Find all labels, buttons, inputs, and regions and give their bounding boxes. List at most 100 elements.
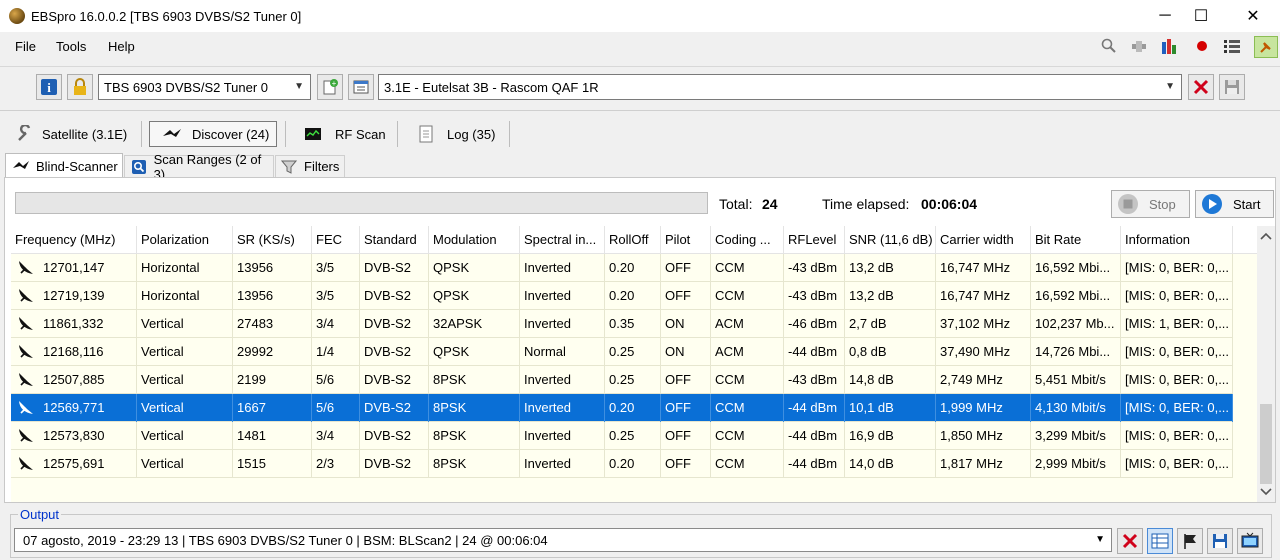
list-icon[interactable] xyxy=(1223,38,1241,54)
cell-coding: CCM xyxy=(711,450,784,478)
table-row[interactable]: 12573,830 Vertical 1481 3/4 DVB-S2 8PSK Invert… xyxy=(11,422,1233,450)
magnifier-icon[interactable] xyxy=(1100,38,1118,54)
column-header-carrier-width[interactable]: Carrier width xyxy=(936,226,1031,254)
cell-frequency: 12168,116 xyxy=(39,338,137,366)
title-bar: EBSpro 16.0.0.2 [TBS 6903 DVBS/S2 Tuner … xyxy=(0,0,1280,32)
cell-snr: 13,2 dB xyxy=(845,282,936,310)
column-header-bit-rate[interactable]: Bit Rate xyxy=(1031,226,1121,254)
clear-output-button[interactable] xyxy=(1117,528,1143,554)
satellite-select[interactable]: 3.1E - Eutelsat 3B - Rascom QAF 1R ▼ xyxy=(378,74,1182,100)
column-header-information[interactable]: Information xyxy=(1121,226,1233,254)
tuner-select[interactable]: TBS 6903 DVBS/S2 Tuner 0 ▼ xyxy=(98,74,311,100)
column-header-fec[interactable]: FEC xyxy=(312,226,360,254)
cell-rolloff: 0.35 xyxy=(605,310,661,338)
menu-file[interactable]: File xyxy=(15,39,36,54)
cell-rolloff: 0.20 xyxy=(605,450,661,478)
list-view-button[interactable] xyxy=(1147,528,1173,554)
subtab-scan-ranges[interactable]: Scan Ranges (2 of 3) xyxy=(124,152,274,182)
cell-polarization: Vertical xyxy=(137,450,233,478)
cell-fec: 5/6 xyxy=(312,366,360,394)
column-header-polarization[interactable]: Polarization xyxy=(137,226,233,254)
column-header-snr[interactable]: SNR (11,6 dB) xyxy=(845,226,936,254)
record-icon[interactable] xyxy=(1193,38,1211,54)
column-header-standard[interactable]: Standard xyxy=(360,226,429,254)
cell-frequency: 12573,830 xyxy=(39,422,137,450)
menu-tools[interactable]: Tools xyxy=(56,39,86,54)
close-button[interactable]: ✕ xyxy=(1230,0,1276,32)
bar-chart-icon[interactable] xyxy=(1161,38,1179,54)
save-button[interactable] xyxy=(1219,74,1245,100)
cell-rolloff: 0.25 xyxy=(605,422,661,450)
table-row[interactable]: 12168,116 Vertical 29992 1/4 DVB-S2 QPSK Norma… xyxy=(11,338,1233,366)
wrench-icon xyxy=(18,125,31,141)
scrollbar-thumb[interactable] xyxy=(1260,404,1272,484)
table-row[interactable]: 12575,691 Vertical 1515 2/3 DVB-S2 8PSK Invert… xyxy=(11,450,1233,478)
cell-sr: 29992 xyxy=(233,338,312,366)
pin-icon[interactable] xyxy=(1254,36,1278,58)
cell-bit-rate: 16,592 Mbi... xyxy=(1031,254,1121,282)
tab-satellite[interactable]: Satellite (3.1E) xyxy=(14,121,132,147)
cell-rolloff: 0.20 xyxy=(605,394,661,422)
start-button[interactable]: Start xyxy=(1195,190,1274,218)
cell-snr: 14,0 dB xyxy=(845,450,936,478)
column-header-sr[interactable]: SR (KS/s) xyxy=(233,226,312,254)
cell-information: [MIS: 0, BER: 0,... xyxy=(1121,254,1233,282)
satellite-list-button[interactable] xyxy=(348,74,374,100)
table-row[interactable]: 12507,885 Vertical 2199 5/6 DVB-S2 8PSK Invert… xyxy=(11,366,1233,394)
tv-button[interactable] xyxy=(1237,528,1263,554)
filter-icon xyxy=(281,160,297,174)
column-header-coding[interactable]: Coding ... xyxy=(711,226,784,254)
cell-information: [MIS: 0, BER: 0,... xyxy=(1121,366,1233,394)
cell-pilot: OFF xyxy=(661,422,711,450)
subtab-filters[interactable]: Filters xyxy=(275,155,345,177)
maximize-button[interactable]: ☐ xyxy=(1178,0,1224,32)
start-button-label: Start xyxy=(1233,196,1261,212)
tab-rf-scan[interactable]: RF Scan xyxy=(302,121,392,147)
column-header-spectral-inversion[interactable]: Spectral in... xyxy=(520,226,605,254)
add-tuner-button[interactable]: + xyxy=(317,74,343,100)
lock-button[interactable] xyxy=(67,74,93,100)
column-header-frequency[interactable]: Frequency (MHz) xyxy=(11,226,137,254)
tab-discover[interactable]: Discover (24) xyxy=(149,121,277,147)
chevron-down-icon: ▼ xyxy=(1165,81,1175,92)
cell-carrier-width: 1,999 MHz xyxy=(936,394,1031,422)
app-icon xyxy=(9,8,25,24)
cell-bit-rate: 4,130 Mbit/s xyxy=(1031,394,1121,422)
red-x-icon xyxy=(1193,79,1209,95)
menu-help[interactable]: Help xyxy=(108,39,135,54)
document-icon xyxy=(419,125,433,143)
cell-information: [MIS: 0, BER: 0,... xyxy=(1121,338,1233,366)
table-row[interactable]: 11861,332 Vertical 27483 3/4 DVB-S2 32APSK Inv… xyxy=(11,310,1233,338)
cell-rf-level: -44 dBm xyxy=(784,422,845,450)
cell-coding: ACM xyxy=(711,338,784,366)
info-button[interactable]: i xyxy=(36,74,62,100)
cell-snr: 16,9 dB xyxy=(845,422,936,450)
column-header-rolloff[interactable]: RollOff xyxy=(605,226,661,254)
satellite-dish-icon xyxy=(19,373,33,386)
table-row[interactable]: 12719,139 Horizontal 13956 3/5 DVB-S2 QPSK Inv… xyxy=(11,282,1233,310)
tab-log[interactable]: Log (35) xyxy=(416,121,496,147)
delete-button[interactable] xyxy=(1188,74,1214,100)
column-header-rf-level[interactable]: RFLevel xyxy=(784,226,845,254)
chevron-down-icon: ▼ xyxy=(1095,534,1105,545)
flag-button[interactable] xyxy=(1177,528,1203,554)
subtab-blind-scanner[interactable]: Blind-Scanner xyxy=(5,153,123,178)
cell-modulation: 8PSK xyxy=(429,366,520,394)
cell-coding: CCM xyxy=(711,394,784,422)
cell-spectral-inversion: Inverted xyxy=(520,450,605,478)
divider xyxy=(0,110,1280,111)
save-output-button[interactable] xyxy=(1207,528,1233,554)
stop-button[interactable]: Stop xyxy=(1111,190,1190,218)
table-row[interactable]: 12701,147 Horizontal 13956 3/5 DVB-S2 QPSK Inv… xyxy=(11,254,1233,282)
output-select[interactable]: 07 agosto, 2019 - 23:29 13 | TBS 6903 DV… xyxy=(14,528,1112,552)
column-header-pilot[interactable]: Pilot xyxy=(661,226,711,254)
column-header-modulation[interactable]: Modulation xyxy=(429,226,520,254)
satellite-icon[interactable] xyxy=(1130,38,1148,54)
cell-pilot: ON xyxy=(661,338,711,366)
cell-coding: CCM xyxy=(711,366,784,394)
window-title: EBSpro 16.0.0.2 [TBS 6903 DVBS/S2 Tuner … xyxy=(31,9,302,24)
table-row[interactable]: 12569,771 Vertical 1667 5/6 DVB-S2 8PSK Invert… xyxy=(11,394,1233,422)
satellite-dish-icon xyxy=(19,401,33,414)
vertical-scrollbar[interactable] xyxy=(1257,226,1275,502)
cell-standard: DVB-S2 xyxy=(360,450,429,478)
